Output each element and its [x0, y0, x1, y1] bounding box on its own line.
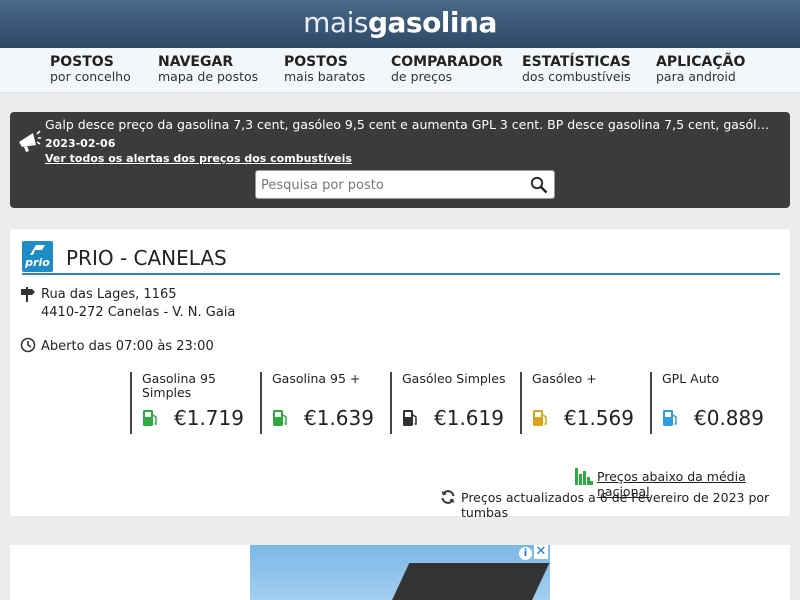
fuel-name: Gasolina 95 Simples [142, 371, 216, 400]
fuel-gpl-auto: GPL Auto €0.889 [650, 372, 780, 434]
station-name: PRIO - CANELAS [66, 246, 227, 270]
station-card: prio PRIO - CANELAS Rua das Lages, 1165 … [10, 229, 790, 520]
fuel-name: Gasolina 95 + [272, 371, 361, 386]
top-header: maisgasolina [0, 0, 800, 48]
fuel-pump-icon [143, 410, 157, 426]
opening-hours: Aberto das 07:00 às 23:00 [41, 339, 214, 354]
nav-subtitle: de preços [391, 69, 453, 84]
clock-icon [20, 337, 36, 353]
nav-subtitle: mais baratos [284, 69, 366, 84]
fuel-pump-icon [533, 410, 547, 426]
refresh-icon [441, 490, 455, 504]
signpost-icon [21, 287, 35, 302]
prio-mark-icon [30, 245, 45, 255]
nav-aplicacao[interactable]: APLICAÇÃO para android [656, 54, 746, 84]
megaphone-icon [19, 130, 41, 152]
nav-title: COMPARADOR [391, 54, 503, 70]
nav-title: ESTATÍSTICAS [522, 54, 631, 70]
ad-info-icon[interactable]: i [519, 547, 532, 560]
fuel-pump-icon [403, 410, 417, 426]
all-alerts-link[interactable]: Ver todos os alertas dos preços dos comb… [45, 152, 352, 165]
nav-subtitle: por concelho [50, 69, 131, 84]
nav-title: POSTOS [50, 54, 114, 70]
ad-container: i ✕ [10, 545, 790, 600]
fuel-price: €0.889 [694, 406, 764, 430]
nav-estatisticas[interactable]: ESTATÍSTICAS dos combustíveis [522, 54, 631, 84]
nav-title: POSTOS [284, 54, 348, 70]
prio-logo-icon: prio [22, 241, 53, 272]
nav-postos-concelho[interactable]: POSTOS por concelho [50, 54, 131, 84]
ad-close-icon[interactable]: ✕ [534, 545, 548, 559]
fuel-gasoleo-plus: Gasóleo + €1.569 [520, 372, 650, 434]
fuel-name: Gasóleo Simples [402, 371, 506, 386]
fuel-price: €1.639 [304, 406, 374, 430]
site-logo[interactable]: maisgasolina [0, 0, 800, 46]
brand-label: prio [25, 256, 50, 269]
fuel-gasolina-95-simples: Gasolina 95 Simples €1.719 [130, 372, 260, 434]
address-line-2: 4410-272 Canelas - V. N. Gaia [41, 305, 236, 320]
fuel-gasoleo-simples: Gasóleo Simples €1.619 [390, 372, 520, 434]
fuel-gasolina-95-plus: Gasolina 95 + €1.639 [260, 372, 390, 434]
fuel-pump-icon [663, 410, 677, 426]
alert-text[interactable]: Galp desce preço da gasolina 7,3 cent, g… [45, 117, 775, 132]
logo-part-gasolina: gasolina [367, 6, 497, 39]
fuel-name: GPL Auto [662, 371, 720, 386]
title-divider [22, 273, 780, 275]
fuel-price: €1.619 [434, 406, 504, 430]
nav-postos-baratos[interactable]: POSTOS mais baratos [284, 54, 366, 84]
nav-navegar-mapa[interactable]: NAVEGAR mapa de postos [158, 54, 259, 84]
search-box [255, 170, 555, 199]
nav-title: APLICAÇÃO [656, 54, 746, 70]
fuel-price: €1.719 [174, 406, 244, 430]
address-line-1: Rua das Lages, 1165 [41, 287, 177, 302]
alert-date: 2023-02-06 [45, 137, 116, 150]
main-nav: POSTOS por concelho NAVEGAR mapa de post… [0, 48, 800, 93]
price-alert-box: Galp desce preço da gasolina 7,3 cent, g… [10, 112, 790, 208]
ad-banner[interactable]: i ✕ [250, 545, 550, 600]
nav-subtitle: dos combustíveis [522, 69, 631, 84]
logo-part-mais: mais [303, 6, 368, 39]
nav-title: NAVEGAR [158, 54, 234, 70]
nav-subtitle: para android [656, 69, 736, 84]
fuel-price: €1.569 [564, 406, 634, 430]
search-icon[interactable] [530, 176, 548, 194]
fuel-name: Gasóleo + [532, 371, 597, 386]
nav-subtitle: mapa de postos [158, 69, 259, 84]
bar-chart-icon [575, 468, 593, 485]
nav-comparador[interactable]: COMPARADOR de preços [391, 54, 503, 84]
prices-updated-text: Preços actualizados a 6 de Fevereiro de … [461, 490, 770, 520]
fuel-pump-icon [273, 410, 287, 426]
ad-roof-graphic [390, 563, 550, 600]
search-input[interactable] [261, 175, 511, 195]
